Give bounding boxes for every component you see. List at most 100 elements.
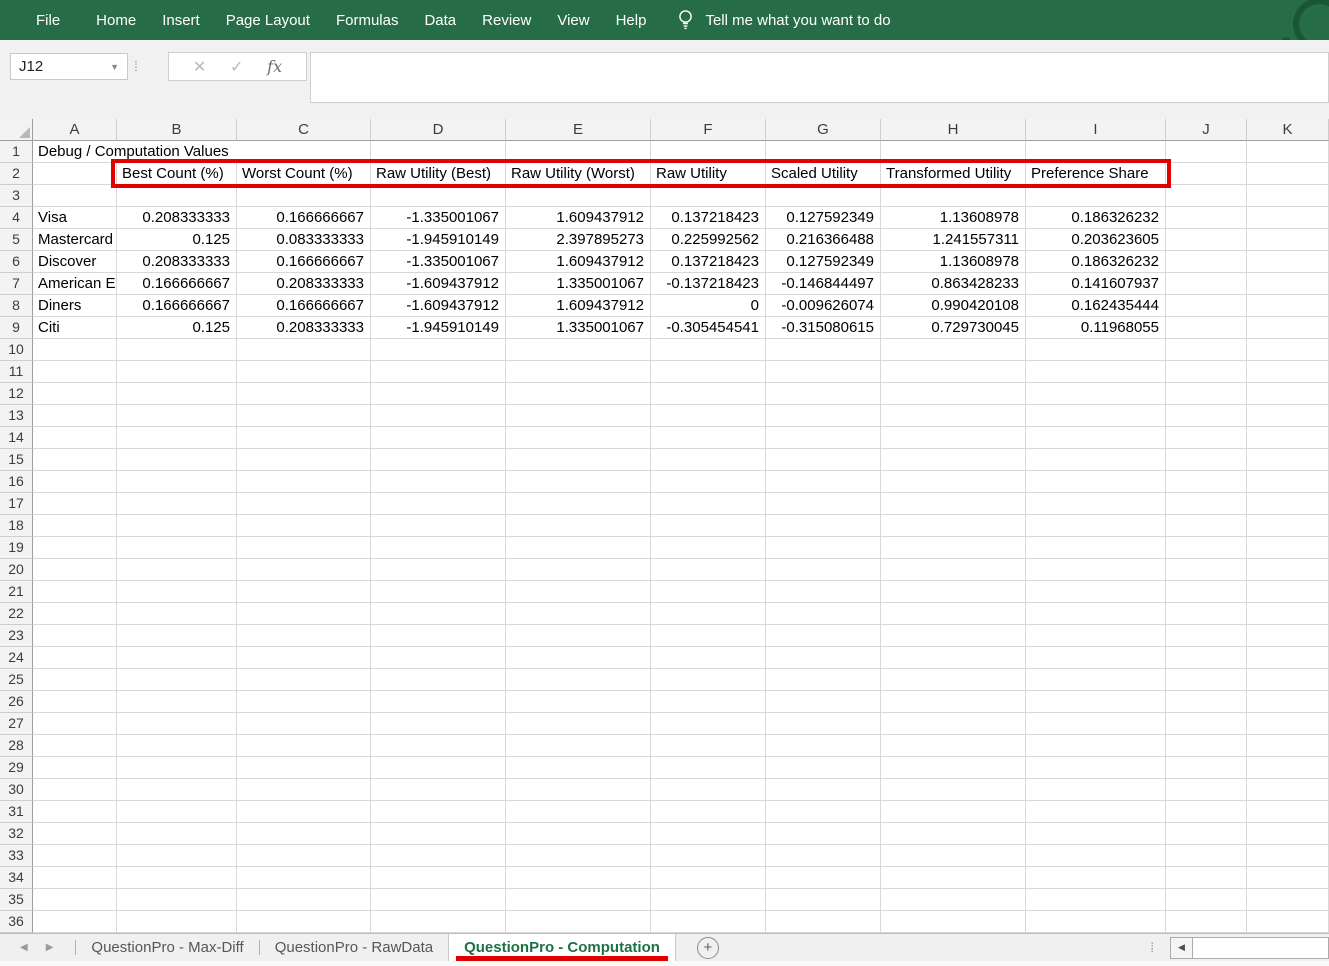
row-header-5[interactable]: 5 (0, 229, 33, 251)
sheet-tab-questionpro-computation[interactable]: QuestionPro - Computation (448, 934, 676, 961)
cell-F7[interactable]: -0.137218423 (651, 273, 766, 295)
cell-D5[interactable]: -1.945910149 (371, 229, 506, 251)
cell-J22[interactable] (1166, 603, 1247, 625)
cell-H34[interactable] (881, 867, 1026, 889)
cell-G32[interactable] (766, 823, 881, 845)
tab-scroll-right-icon[interactable]: ▶ (46, 942, 54, 953)
column-header-F[interactable]: F (651, 119, 766, 141)
cell-H9[interactable]: 0.729730045 (881, 317, 1026, 339)
cell-E24[interactable] (506, 647, 651, 669)
cell-H10[interactable] (881, 339, 1026, 361)
cell-I9[interactable]: 0.11968055 (1026, 317, 1166, 339)
row-header-35[interactable]: 35 (0, 889, 33, 911)
row-header-30[interactable]: 30 (0, 779, 33, 801)
cell-K25[interactable] (1247, 669, 1329, 691)
column-header-I[interactable]: I (1026, 119, 1166, 141)
cell-H5[interactable]: 1.241557311 (881, 229, 1026, 251)
cell-E23[interactable] (506, 625, 651, 647)
cell-F19[interactable] (651, 537, 766, 559)
cell-I7[interactable]: 0.141607937 (1026, 273, 1166, 295)
cell-K4[interactable] (1247, 207, 1329, 229)
cell-A28[interactable] (33, 735, 117, 757)
cell-A21[interactable] (33, 581, 117, 603)
cell-B23[interactable] (117, 625, 237, 647)
cell-D17[interactable] (371, 493, 506, 515)
cell-J8[interactable] (1166, 295, 1247, 317)
cell-B11[interactable] (117, 361, 237, 383)
cell-C4[interactable]: 0.166666667 (237, 207, 371, 229)
column-header-J[interactable]: J (1166, 119, 1247, 141)
cell-J7[interactable] (1166, 273, 1247, 295)
cell-G16[interactable] (766, 471, 881, 493)
cell-B15[interactable] (117, 449, 237, 471)
cell-F34[interactable] (651, 867, 766, 889)
cell-I18[interactable] (1026, 515, 1166, 537)
cell-H18[interactable] (881, 515, 1026, 537)
cell-K22[interactable] (1247, 603, 1329, 625)
cell-I13[interactable] (1026, 405, 1166, 427)
cell-D31[interactable] (371, 801, 506, 823)
cell-K12[interactable] (1247, 383, 1329, 405)
cell-H36[interactable] (881, 911, 1026, 933)
cell-D12[interactable] (371, 383, 506, 405)
cell-G29[interactable] (766, 757, 881, 779)
cell-J6[interactable] (1166, 251, 1247, 273)
cell-H6[interactable]: 1.13608978 (881, 251, 1026, 273)
cell-F36[interactable] (651, 911, 766, 933)
cell-F30[interactable] (651, 779, 766, 801)
cell-B17[interactable] (117, 493, 237, 515)
cell-J25[interactable] (1166, 669, 1247, 691)
cell-C14[interactable] (237, 427, 371, 449)
cell-G5[interactable]: 0.216366488 (766, 229, 881, 251)
cell-A9[interactable]: Citi (33, 317, 117, 339)
cell-E31[interactable] (506, 801, 651, 823)
cell-J34[interactable] (1166, 867, 1247, 889)
cell-C28[interactable] (237, 735, 371, 757)
cell-H24[interactable] (881, 647, 1026, 669)
cell-J29[interactable] (1166, 757, 1247, 779)
formula-bar-drag-handle[interactable]: ⁞ (134, 53, 138, 80)
cell-G14[interactable] (766, 427, 881, 449)
cell-D28[interactable] (371, 735, 506, 757)
cell-H8[interactable]: 0.990420108 (881, 295, 1026, 317)
cell-I1[interactable] (1026, 141, 1166, 163)
cell-C18[interactable] (237, 515, 371, 537)
cell-H7[interactable]: 0.863428233 (881, 273, 1026, 295)
cell-G28[interactable] (766, 735, 881, 757)
cell-E30[interactable] (506, 779, 651, 801)
row-header-19[interactable]: 19 (0, 537, 33, 559)
cell-K10[interactable] (1247, 339, 1329, 361)
cell-H4[interactable]: 1.13608978 (881, 207, 1026, 229)
cell-D18[interactable] (371, 515, 506, 537)
cell-F5[interactable]: 0.225992562 (651, 229, 766, 251)
cell-C27[interactable] (237, 713, 371, 735)
cell-A15[interactable] (33, 449, 117, 471)
cell-C35[interactable] (237, 889, 371, 911)
cell-A16[interactable] (33, 471, 117, 493)
row-header-15[interactable]: 15 (0, 449, 33, 471)
cell-I26[interactable] (1026, 691, 1166, 713)
cell-G18[interactable] (766, 515, 881, 537)
cell-D30[interactable] (371, 779, 506, 801)
cell-F13[interactable] (651, 405, 766, 427)
cell-E26[interactable] (506, 691, 651, 713)
cell-B24[interactable] (117, 647, 237, 669)
cell-E18[interactable] (506, 515, 651, 537)
cell-J18[interactable] (1166, 515, 1247, 537)
cell-A34[interactable] (33, 867, 117, 889)
cell-J15[interactable] (1166, 449, 1247, 471)
cell-F32[interactable] (651, 823, 766, 845)
cell-I2[interactable]: Preference Share (1026, 163, 1166, 185)
cell-B18[interactable] (117, 515, 237, 537)
cell-C11[interactable] (237, 361, 371, 383)
cell-G25[interactable] (766, 669, 881, 691)
cell-I16[interactable] (1026, 471, 1166, 493)
cell-E13[interactable] (506, 405, 651, 427)
cell-I11[interactable] (1026, 361, 1166, 383)
cell-A33[interactable] (33, 845, 117, 867)
cell-B33[interactable] (117, 845, 237, 867)
cell-D25[interactable] (371, 669, 506, 691)
cell-D26[interactable] (371, 691, 506, 713)
cell-A30[interactable] (33, 779, 117, 801)
cell-D33[interactable] (371, 845, 506, 867)
